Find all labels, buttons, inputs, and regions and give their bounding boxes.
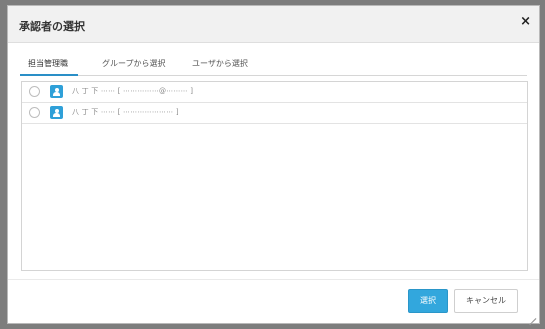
radio-button[interactable]: [29, 107, 40, 118]
dialog-header: 承認者の選択 ×: [8, 6, 539, 43]
resize-handle-icon[interactable]: [528, 312, 536, 320]
user-icon: [50, 85, 63, 98]
list-item[interactable]: 八 丁 下 ⋯⋯ [ ⋯⋯⋯⋯⋯@⋯⋯⋯ ]: [22, 82, 527, 103]
tab-manager[interactable]: 担当管理職: [28, 58, 68, 69]
radio-button[interactable]: [29, 86, 40, 97]
cancel-button[interactable]: キャンセル: [454, 289, 518, 313]
list-item[interactable]: 八 丁 下 ⋯⋯ [ ⋯⋯⋯⋯⋯⋯⋯ ]: [22, 103, 527, 124]
active-tab-indicator: [20, 74, 78, 76]
list-item-label: 八 丁 下 ⋯⋯ [ ⋯⋯⋯⋯⋯@⋯⋯⋯ ]: [72, 87, 194, 95]
tab-select-from-user[interactable]: ユーザから選択: [192, 58, 248, 69]
user-icon: [50, 106, 63, 119]
close-icon[interactable]: ×: [520, 15, 531, 29]
tab-bar: 担当管理職 グループから選択 ユーザから選択: [20, 55, 527, 76]
footer-divider: [8, 279, 539, 280]
tab-select-from-group[interactable]: グループから選択: [102, 58, 166, 69]
list-item-label: 八 丁 下 ⋯⋯ [ ⋯⋯⋯⋯⋯⋯⋯ ]: [72, 108, 179, 116]
approver-list: 八 丁 下 ⋯⋯ [ ⋯⋯⋯⋯⋯@⋯⋯⋯ ] 八 丁 下 ⋯⋯ [ ⋯⋯⋯⋯⋯⋯…: [21, 81, 528, 271]
select-button[interactable]: 選択: [408, 289, 448, 313]
dialog-title: 承認者の選択: [19, 20, 85, 33]
approver-select-dialog: 承認者の選択 × 担当管理職 グループから選択 ユーザから選択 八 丁 下 ⋯⋯…: [7, 5, 540, 324]
